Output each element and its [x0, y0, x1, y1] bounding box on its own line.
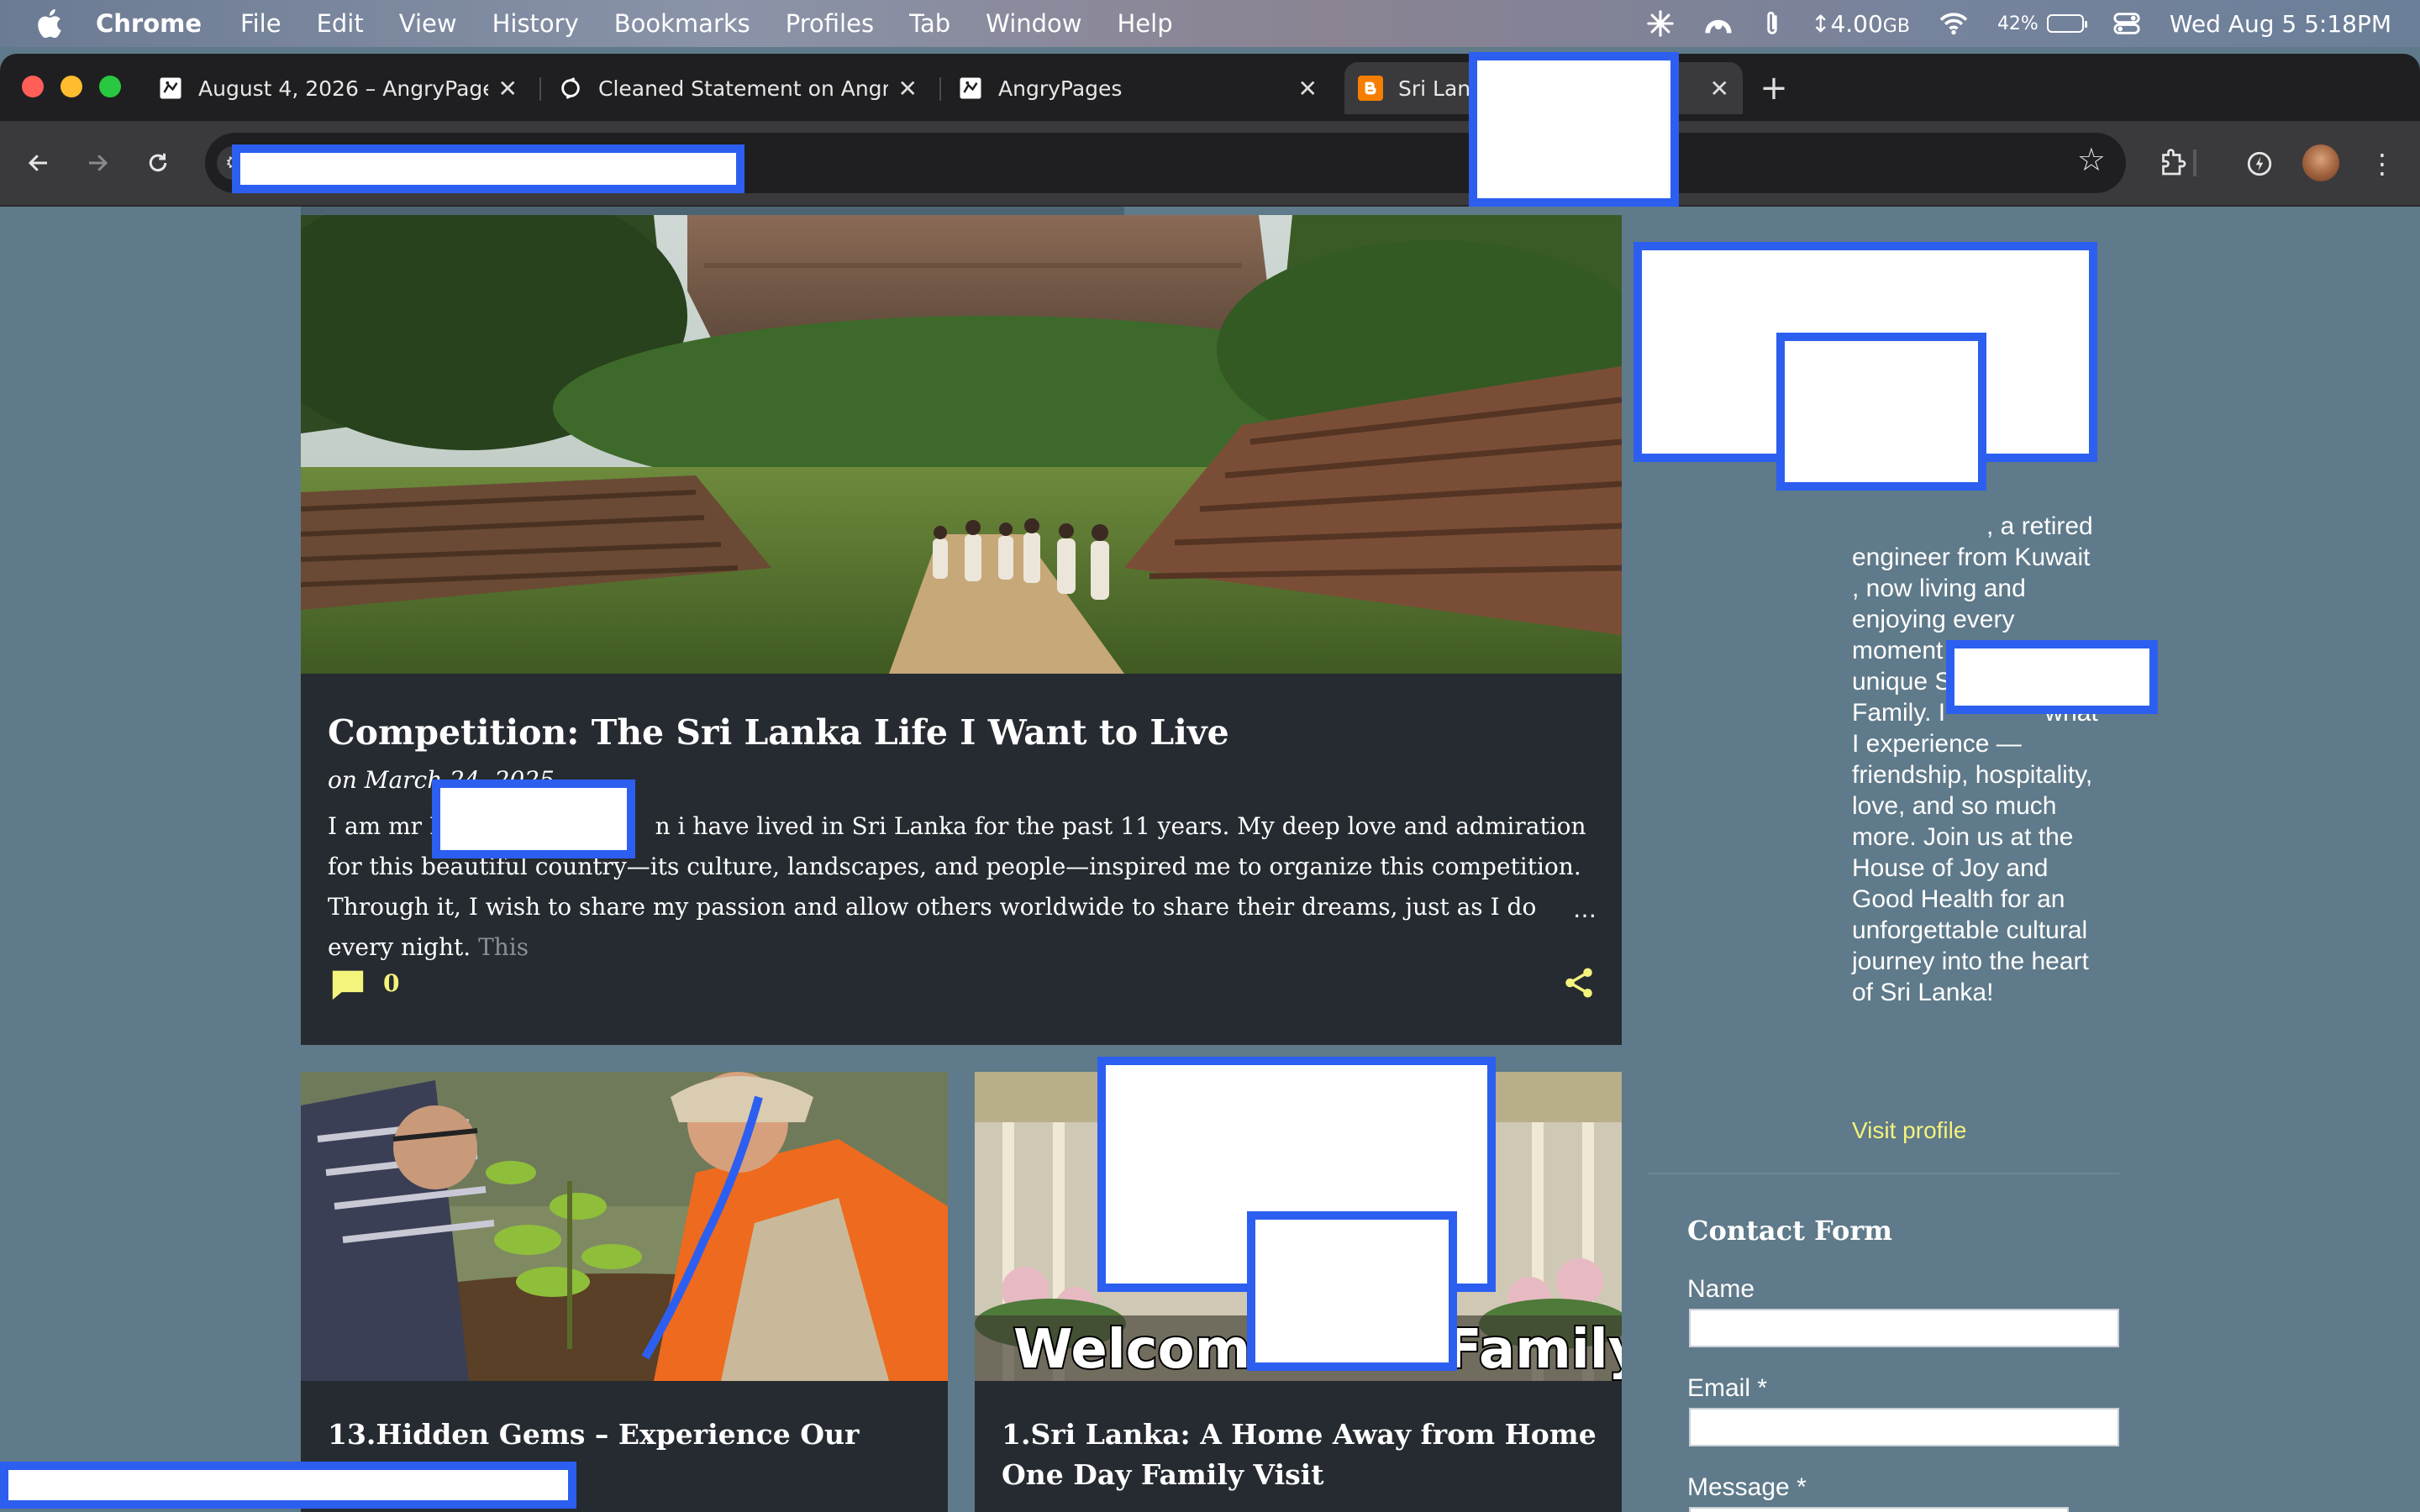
menu-window[interactable]: Window [986, 9, 1081, 38]
menu-bookmarks[interactable]: Bookmarks [614, 9, 750, 38]
profile-avatar[interactable] [2302, 144, 2339, 181]
redaction-box [1776, 333, 1986, 491]
post-thumbnail[interactable] [301, 1072, 948, 1381]
menu-app-chrome[interactable]: Chrome [96, 9, 202, 38]
tab-strip: August 4, 2026 – AngryPages ✕ Cleaned St… [0, 54, 2420, 121]
redaction-box [232, 144, 744, 193]
battery-percent: 42% [1996, 13, 2039, 34]
arc-icon[interactable] [1703, 9, 1733, 38]
horizontal-scroll-indicator[interactable] [301, 207, 1124, 215]
redaction-box [1247, 1211, 1457, 1371]
blogger-icon [1358, 76, 1383, 101]
profile-description: , a retired engineer from Kuwait , now l… [1852, 511, 2104, 1008]
banner-family-text: Family [1445, 1319, 1622, 1381]
control-center-icon[interactable] [2112, 11, 2141, 36]
tab-angrypages[interactable]: AngryPages ✕ [944, 62, 1331, 114]
snippet-fade: This [478, 933, 529, 961]
tab-august-4[interactable]: August 4, 2026 – AngryPages ✕ [145, 62, 531, 114]
battery-icon [2046, 14, 2087, 33]
redaction-box [1469, 52, 1679, 207]
menu-edit[interactable]: Edit [317, 9, 364, 38]
menu-tab[interactable]: Tab [909, 9, 950, 38]
read-more-ellipsis[interactable]: … [1573, 895, 1597, 923]
storage-unit: GB [1882, 15, 1910, 37]
apple-logo-icon[interactable] [32, 5, 69, 42]
paperclip-icon[interactable] [1762, 9, 1782, 38]
comment-count[interactable]: 0 [383, 969, 399, 997]
tab-cleaned-statement[interactable]: Cleaned Statement on AngryPages ✕ [544, 62, 931, 114]
sidebar-divider [1649, 1173, 2119, 1174]
sync-icon [558, 76, 583, 101]
angrypages-icon [158, 76, 183, 101]
tab-label: AngryPages [998, 76, 1123, 101]
sparkle-icon[interactable] [1646, 9, 1675, 38]
post-hero-image[interactable] [301, 215, 1622, 674]
redaction-box [432, 780, 635, 858]
extensions-puzzle-icon[interactable] [2151, 143, 2193, 185]
performance-icon[interactable] [2238, 143, 2281, 185]
angrypages-icon [958, 76, 983, 101]
wifi-icon[interactable] [1939, 11, 1969, 36]
visit-profile-link[interactable]: Visit profile [1852, 1117, 1966, 1144]
storage-indicator[interactable]: ↕4.00GB [1811, 10, 1910, 38]
close-window-button[interactable] [22, 76, 44, 97]
featured-post-card: Competition: The Sri Lanka Life I Want t… [301, 215, 1622, 1045]
name-field[interactable] [1689, 1309, 2119, 1347]
storage-value: 4.00 [1830, 9, 1883, 38]
tab-separator [539, 77, 541, 101]
email-label: Email * [1687, 1374, 1768, 1402]
bookmark-star-icon[interactable]: ☆ [2077, 141, 2106, 178]
battery-indicator[interactable]: 42% [1996, 13, 2087, 34]
forward-arrow-icon[interactable] [77, 143, 118, 183]
share-icon[interactable] [1561, 964, 1597, 1001]
tab-close-icon[interactable]: ✕ [1298, 75, 1318, 102]
tab-close-icon[interactable]: ✕ [1710, 75, 1729, 102]
tab-separator [939, 77, 941, 101]
post-card-title[interactable]: 1.Sri Lanka: A Home Away from Home One D… [1002, 1415, 1607, 1495]
post-title[interactable]: Competition: The Sri Lanka Life I Want t… [328, 712, 1229, 753]
toolbar-divider [2193, 150, 2196, 176]
post-card-hidden-gems[interactable]: 13.Hidden Gems – Experience Our Home [301, 1072, 948, 1512]
macos-menu-bar: Chrome File Edit View History Bookmarks … [0, 0, 2420, 47]
menubar-status-area: ↕4.00GB 42% Wed Aug 5 5:18PM [1646, 0, 2391, 47]
menu-history[interactable]: History [492, 9, 579, 38]
tab-close-icon[interactable]: ✕ [898, 75, 918, 102]
menubar-clock[interactable]: Wed Aug 5 5:18PM [2170, 10, 2391, 38]
chrome-menu-icon[interactable]: ⋮ [2361, 143, 2403, 185]
menu-profiles[interactable]: Profiles [786, 9, 874, 38]
reload-icon[interactable] [138, 143, 178, 183]
email-field[interactable] [1689, 1408, 2119, 1446]
back-arrow-icon[interactable] [18, 143, 59, 183]
comment-icon[interactable] [329, 968, 366, 1001]
redaction-box [0, 1462, 576, 1509]
profile-text-3: what I experience —friendship, hospitali… [1852, 699, 2098, 1006]
tab-label: August 4, 2026 – AngryPages [198, 76, 488, 101]
contact-form-title: Contact Form [1687, 1215, 1893, 1247]
message-label: Message * [1687, 1473, 1807, 1501]
tab-close-icon[interactable]: ✕ [498, 75, 518, 102]
redaction-box [1946, 640, 2158, 714]
message-field[interactable] [1689, 1507, 2069, 1512]
name-label: Name [1687, 1275, 1755, 1303]
zoom-window-button[interactable] [99, 76, 121, 97]
menu-help[interactable]: Help [1118, 9, 1173, 38]
menu-view[interactable]: View [399, 9, 457, 38]
tab-label: Cleaned Statement on AngryPages [598, 76, 888, 101]
menu-file[interactable]: File [240, 9, 281, 38]
profile-text-2: Family. I [1852, 699, 1946, 727]
minimize-window-button[interactable] [60, 76, 82, 97]
new-tab-button[interactable]: + [1753, 67, 1795, 109]
